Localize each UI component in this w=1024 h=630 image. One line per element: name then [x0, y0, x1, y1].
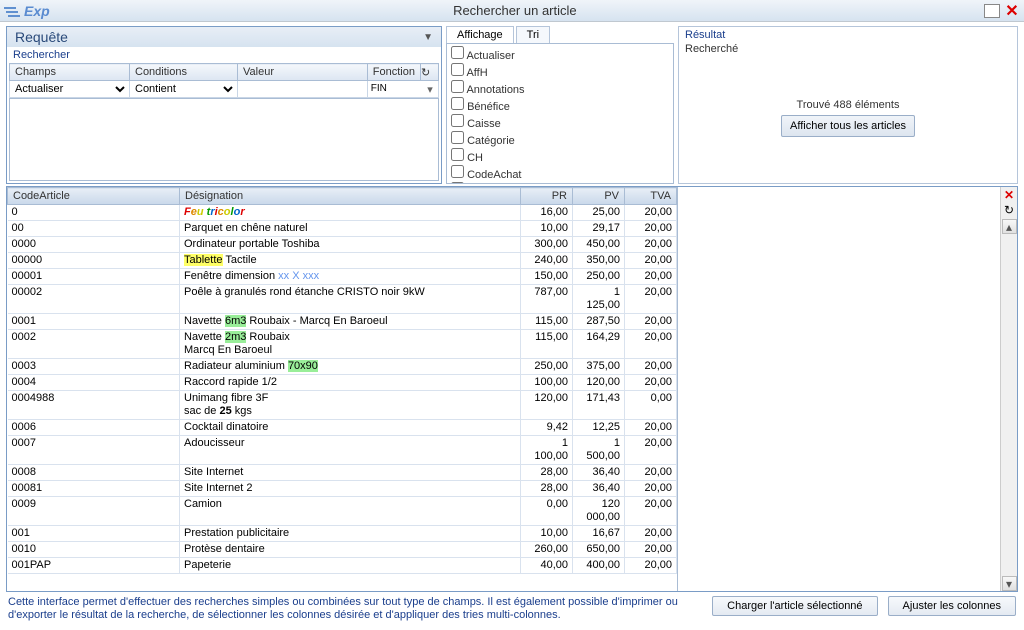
table-row[interactable]: 0006Cocktail dinatoire9,4212,2520,00 [8, 420, 677, 436]
table-row[interactable]: 0002Navette 2m3 RoubaixMarcq En Baroeul1… [8, 330, 677, 359]
col-pr[interactable]: PR [521, 188, 573, 205]
col-designation[interactable]: Désignation [180, 188, 521, 205]
col-tva[interactable]: TVA [625, 188, 677, 205]
close-button[interactable]: ✕ [1004, 4, 1020, 18]
table-row[interactable]: 0008Site Internet28,0036,4020,00 [8, 465, 677, 481]
table-row[interactable]: 00Parquet en chêne naturel10,0029,1720,0… [8, 221, 677, 237]
preview-panel: ✕ ↻ ▴ ▾ [677, 187, 1017, 591]
result-title: Résultat [679, 27, 1017, 43]
conditions-select[interactable]: Contient [131, 82, 236, 96]
data-grid: CodeArticle Désignation PR PV TVA 0Feu t… [6, 186, 1018, 592]
query-panel: Requête ▼ Rechercher Champs Conditions Va… [6, 26, 442, 184]
table-row[interactable]: 001PAPPapeterie40,00400,0020,00 [8, 558, 677, 574]
footer: Cette interface permet d'effectuer des r… [0, 592, 1024, 626]
check-categorie[interactable] [451, 131, 464, 144]
table-row[interactable]: 0009Camion0,00120000,0020,00 [8, 497, 677, 526]
table-row[interactable]: 001Prestation publicitaire10,0016,6720,0… [8, 526, 677, 542]
header-fonction[interactable]: Fonction [367, 64, 420, 81]
header-conditions[interactable]: Conditions [130, 64, 238, 81]
check-codeachattva[interactable] [451, 182, 464, 184]
champs-select[interactable]: Actualiser [11, 82, 128, 96]
table-row[interactable]: 0003Radiateur aluminium 70x90250,00375,0… [8, 359, 677, 375]
query-title: Requête [15, 29, 68, 45]
result-panel: Résultat Recherché Trouvé 488 éléments A… [678, 26, 1018, 184]
scroll-down-icon[interactable]: ▾ [1002, 576, 1017, 591]
check-affh[interactable] [451, 63, 464, 76]
table-row[interactable]: 00081Site Internet 228,0036,4020,00 [8, 481, 677, 497]
table-row[interactable]: 0Feu tricolor16,0025,0020,00 [8, 205, 677, 221]
clear-icon[interactable]: ✕ [1002, 187, 1017, 202]
check-codeachat[interactable] [451, 165, 464, 178]
header-champs[interactable]: Champs [10, 64, 130, 81]
load-article-button[interactable]: Charger l'article sélectionné [712, 596, 877, 616]
table-row[interactable]: 0010Protèse dentaire260,00650,0020,00 [8, 542, 677, 558]
check-caisse[interactable] [451, 114, 464, 127]
table-row[interactable]: 0004988Unimang fibre 3Fsac de 25 kgs120,… [8, 391, 677, 420]
col-pv[interactable]: PV [573, 188, 625, 205]
query-results-area [9, 98, 439, 181]
tab-tri[interactable]: Tri [516, 26, 550, 43]
table-row[interactable]: 00001Fenêtre dimension xx X xxx150,00250… [8, 269, 677, 285]
query-subtitle: Rechercher [7, 47, 441, 63]
app-name: Exp [24, 3, 50, 19]
help-text: Cette interface permet d'effectuer des r… [8, 596, 702, 622]
display-panel: Affichage Tri Actualiser AffH Annotation… [446, 26, 674, 184]
minimize-button[interactable] [984, 4, 1000, 18]
adjust-columns-button[interactable]: Ajuster les colonnes [888, 596, 1016, 616]
table-row[interactable]: 00002Poêle à granulés rond étanche CRIST… [8, 285, 677, 314]
table-row[interactable]: 0000Ordinateur portable Toshiba300,00450… [8, 237, 677, 253]
table-row[interactable]: 00000Tablette Tactile240,00350,0020,00 [8, 253, 677, 269]
table-row[interactable]: 0004Raccord rapide 1/2100,00120,0020,00 [8, 375, 677, 391]
check-benefice[interactable] [451, 97, 464, 110]
scrollbar[interactable]: ✕ ↻ ▴ ▾ [1000, 187, 1017, 591]
col-codearticle[interactable]: CodeArticle [8, 188, 180, 205]
refresh-icon[interactable]: ↻ [421, 64, 439, 81]
fin-cell: FIN [369, 83, 423, 96]
dropdown-icon[interactable]: ▼ [423, 32, 433, 43]
column-checklist[interactable]: Actualiser AffH Annotations Bénéfice Cai… [446, 43, 674, 184]
check-actualiser[interactable] [451, 46, 464, 59]
table-row[interactable]: 0007Adoucisseur1100,001500,0020,00 [8, 436, 677, 465]
scroll-up-icon[interactable]: ▴ [1002, 219, 1017, 234]
tab-affichage[interactable]: Affichage [446, 26, 514, 43]
check-ch[interactable] [451, 148, 464, 161]
window-title: Rechercher un article [50, 3, 980, 18]
refresh-icon[interactable]: ↻ [1002, 202, 1017, 217]
check-annotations[interactable] [451, 80, 464, 93]
result-subtitle: Recherché [679, 43, 1017, 55]
valeur-input[interactable] [239, 82, 366, 96]
chevron-down-icon[interactable]: ▾ [423, 83, 437, 96]
result-count: Trouvé 488 éléments [797, 99, 900, 111]
title-bar: Exp Rechercher un article ✕ [0, 0, 1024, 22]
show-all-button[interactable]: Afficher tous les articles [781, 115, 915, 137]
table-row[interactable]: 0001Navette 6m3 Roubaix - Marcq En Baroe… [8, 314, 677, 330]
app-logo-icon [4, 5, 18, 17]
header-valeur[interactable]: Valeur [238, 64, 368, 81]
